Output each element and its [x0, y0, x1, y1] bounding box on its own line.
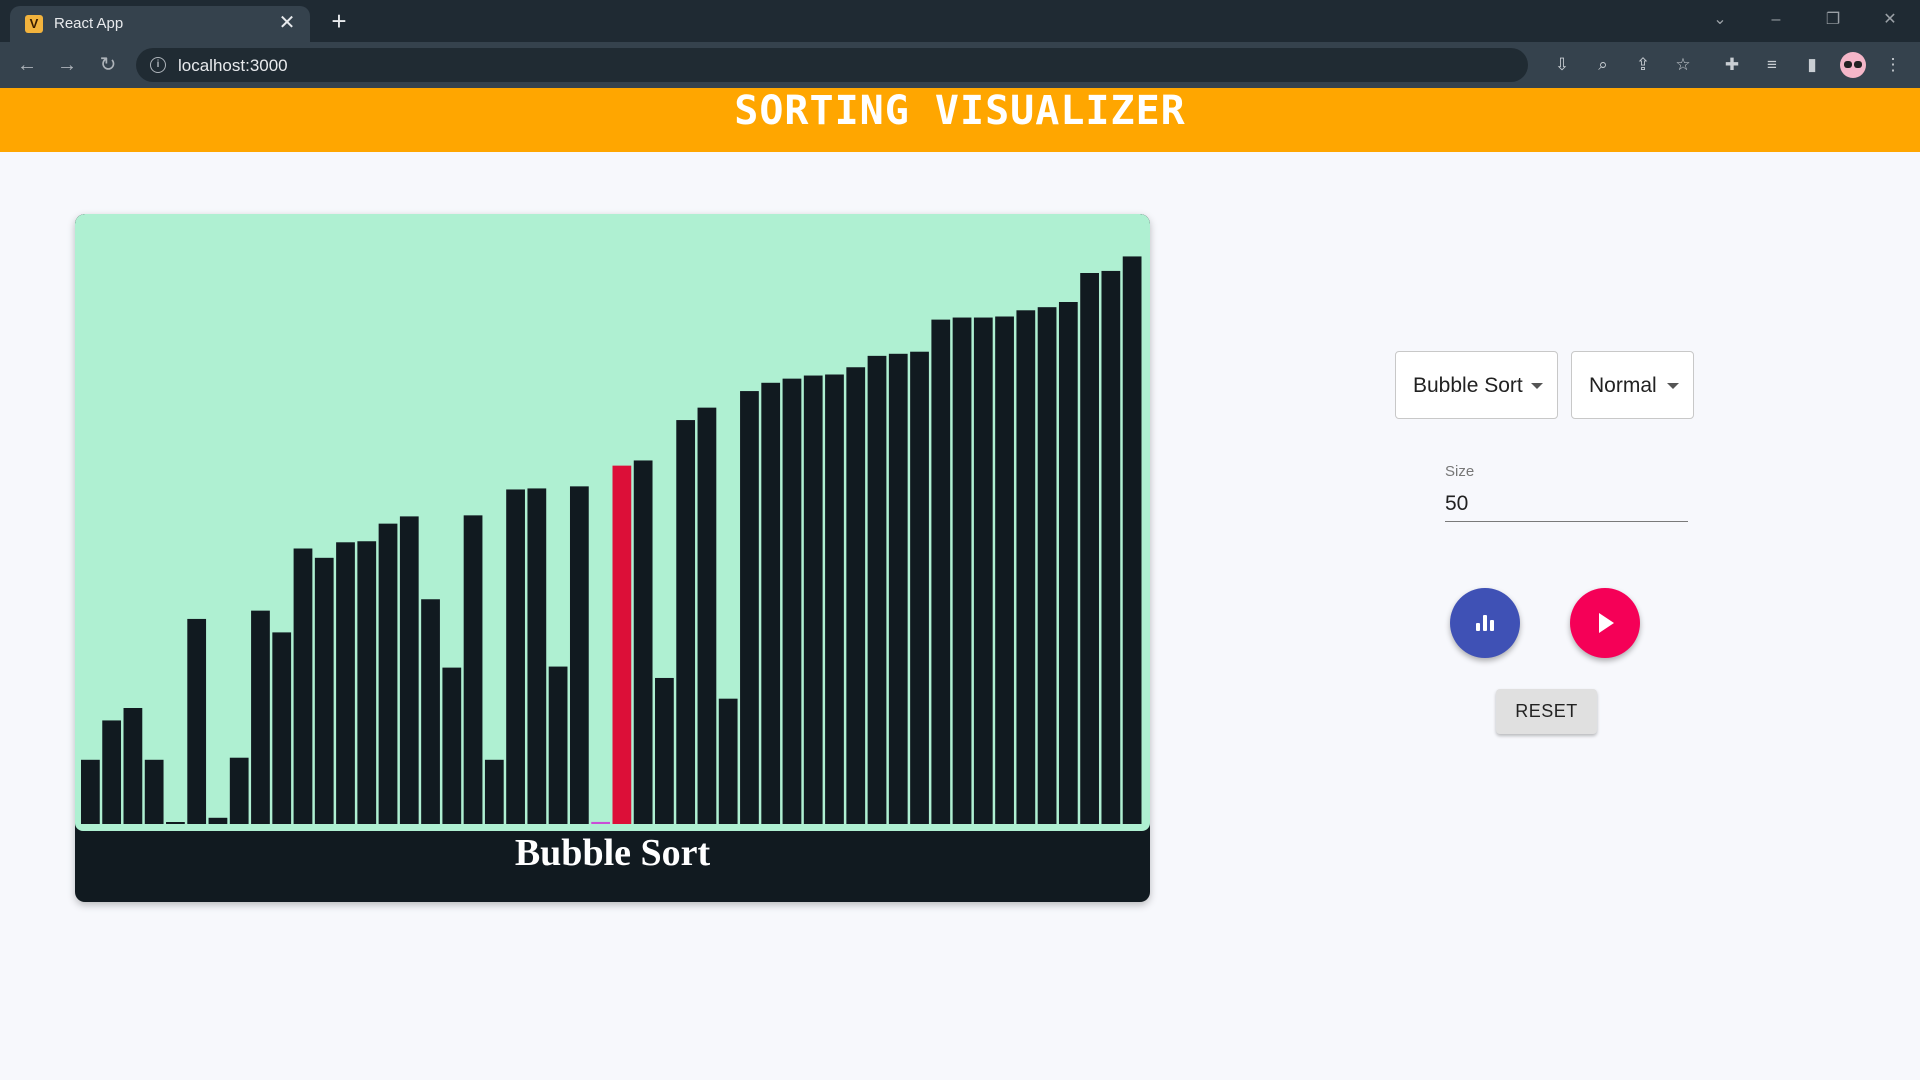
array-bar: [952, 317, 972, 824]
bar-plot-area: [75, 214, 1150, 831]
array-bar: [973, 317, 993, 824]
bar-chart-icon: [1475, 611, 1495, 635]
array-bar: [548, 666, 568, 824]
array-bar: [527, 488, 547, 824]
generate-array-button[interactable]: [1450, 588, 1520, 658]
array-bar: [442, 667, 462, 824]
array-bar: [803, 375, 823, 824]
tab-favicon-icon: V: [25, 15, 43, 33]
browser-tab-bar: V React App ✕ + ⌄ – ❐ ✕: [0, 0, 1920, 42]
close-tab-icon[interactable]: ✕: [276, 12, 298, 34]
array-bar: [676, 420, 696, 824]
array-bar: [591, 821, 610, 824]
reset-button[interactable]: RESET: [1496, 689, 1597, 734]
restore-icon[interactable]: ❐: [1813, 8, 1853, 32]
array-bar: [399, 516, 419, 824]
array-bar: [187, 618, 207, 824]
tab-title: React App: [54, 15, 124, 32]
array-bar: [1101, 270, 1121, 824]
array-bar: [421, 599, 440, 824]
close-window-icon[interactable]: ✕: [1870, 8, 1910, 32]
size-input[interactable]: [1445, 487, 1688, 522]
array-bar: [314, 557, 334, 824]
array-bar: [144, 759, 164, 824]
speed-select-value: Normal: [1589, 374, 1657, 397]
array-bar: [910, 351, 929, 824]
share-icon[interactable]: ⇪: [1632, 54, 1654, 76]
address-bar[interactable]: i localhost:3000: [136, 48, 1528, 82]
app-title: SORTING VISUALIZER: [734, 88, 1186, 134]
extensions-icon[interactable]: ✚: [1721, 54, 1743, 76]
browser-toolbar: ← → ↻ i localhost:3000 ⇩ ⌕ ⇪ ☆ ✚ ≡ ▮ ⋮: [0, 42, 1920, 88]
array-bar: [229, 757, 249, 824]
array-bar: [102, 720, 122, 824]
new-tab-icon[interactable]: +: [326, 8, 352, 34]
install-app-icon[interactable]: ⇩: [1551, 54, 1573, 76]
array-bar: [208, 817, 228, 824]
array-bar: [931, 319, 951, 824]
reload-icon[interactable]: ↻: [94, 51, 122, 79]
array-bar: [612, 465, 632, 824]
bookmark-star-icon[interactable]: ☆: [1672, 54, 1694, 76]
array-bar: [718, 698, 738, 824]
array-bar: [1080, 273, 1099, 824]
play-button[interactable]: [1570, 588, 1640, 658]
array-bar: [123, 708, 143, 824]
array-bar: [81, 759, 100, 824]
algorithm-select[interactable]: Bubble Sort: [1395, 351, 1558, 419]
app-header: SORTING VISUALIZER: [0, 88, 1920, 152]
profile-avatar[interactable]: [1840, 52, 1866, 78]
array-bar: [166, 822, 185, 824]
array-bar: [1058, 302, 1078, 824]
site-info-icon[interactable]: i: [150, 57, 166, 73]
array-bar: [1016, 310, 1036, 824]
side-panel-icon[interactable]: ▮: [1801, 54, 1823, 76]
reading-list-icon[interactable]: ≡: [1761, 54, 1783, 76]
array-bar: [888, 353, 908, 824]
algorithm-caption: Bubble Sort: [514, 832, 711, 874]
visualizer-card: Bubble Sort: [75, 214, 1150, 902]
array-bar: [378, 523, 398, 824]
browser-tab[interactable]: V React App ✕: [10, 6, 310, 42]
algorithm-select-value: Bubble Sort: [1413, 374, 1523, 397]
array-bar: [1037, 307, 1057, 824]
speed-select[interactable]: Normal: [1571, 351, 1694, 419]
array-bar: [867, 355, 887, 824]
array-bar: [272, 632, 292, 824]
menu-kebab-icon[interactable]: ⋮: [1882, 54, 1904, 76]
url-text: localhost:3000: [178, 56, 288, 75]
array-bar: [336, 542, 355, 824]
array-bar: [782, 378, 802, 824]
array-bar: [357, 541, 377, 824]
minimize-icon[interactable]: –: [1756, 8, 1796, 32]
forward-icon[interactable]: →: [53, 51, 81, 79]
chevron-down-icon: [1667, 383, 1679, 389]
array-bar: [569, 486, 589, 824]
array-bar: [995, 316, 1014, 824]
array-bar: [740, 391, 759, 824]
chevron-down-icon: [1531, 383, 1543, 389]
size-label: Size: [1445, 463, 1475, 480]
array-bar: [825, 374, 844, 824]
array-bar: [506, 489, 525, 824]
array-bar: [463, 515, 483, 824]
array-bar: [293, 548, 313, 824]
array-bar: [697, 407, 717, 824]
zoom-icon[interactable]: ⌕: [1592, 54, 1614, 76]
bars-chart: [81, 256, 1142, 824]
play-icon: [1599, 613, 1614, 633]
array-bar: [761, 382, 781, 824]
array-bar: [1122, 256, 1142, 824]
array-bar: [846, 367, 866, 824]
back-icon[interactable]: ←: [13, 51, 41, 79]
array-bar: [655, 677, 674, 824]
array-bar: [484, 759, 504, 824]
array-bar: [251, 610, 270, 824]
tab-search-icon[interactable]: ⌄: [1700, 8, 1740, 32]
array-bar: [633, 460, 653, 824]
